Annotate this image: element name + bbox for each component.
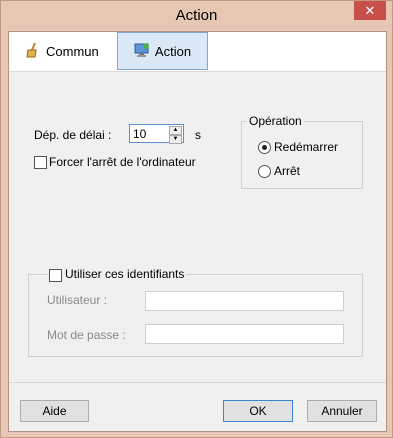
computer-icon <box>134 42 150 61</box>
ok-button[interactable]: OK <box>223 400 293 422</box>
user-field[interactable] <box>145 291 344 311</box>
user-label: Utilisateur : <box>47 293 108 307</box>
dialog-body: Commun Action Dép. de délai : 10 ▲ ▼ s F… <box>8 31 387 432</box>
title-bar: Action ✕ <box>1 1 392 31</box>
operation-group: Opération Redémarrer Arrêt <box>241 114 363 189</box>
force-shutdown-checkbox[interactable] <box>34 156 47 169</box>
tab-commun[interactable]: Commun <box>25 32 117 70</box>
dialog-window: Action ✕ Commun Action Dép. de délai: 1… <box>0 0 393 438</box>
help-button[interactable]: Aide <box>20 400 89 422</box>
delay-spinbox[interactable]: 10 ▲ ▼ <box>129 124 184 144</box>
radio-arret-label: Arrêt <box>274 164 301 178</box>
credentials-group: Utiliser ces identifiants <box>28 267 363 357</box>
tab-action[interactable]: Action <box>117 32 208 70</box>
force-shutdown-label: Forcer l'arrêt de l'ordinateur <box>49 155 196 169</box>
tab-action-label: Action <box>154 43 192 59</box>
operation-title: Opération <box>247 114 304 128</box>
close-button[interactable]: ✕ <box>354 1 386 20</box>
password-field[interactable] <box>145 324 344 344</box>
delay-value: 10 <box>133 127 147 141</box>
password-label: Mot de passe : <box>47 328 126 342</box>
delay-label: Dép. de délai : <box>34 128 112 142</box>
radio-arret[interactable] <box>258 165 271 178</box>
delay-stepper[interactable]: ▲ ▼ <box>169 126 182 144</box>
broom-icon <box>25 42 41 61</box>
radio-redemarrer-label: Redémarrer <box>274 140 339 154</box>
radio-selected-dot <box>262 145 267 150</box>
stepper-down-icon[interactable]: ▼ <box>169 135 182 144</box>
cancel-button[interactable]: Annuler <box>307 400 377 422</box>
tab-commun-label: Commun <box>46 43 99 59</box>
radio-redemarrer[interactable] <box>258 141 271 154</box>
footer-divider <box>9 382 386 383</box>
credentials-label: Utiliser ces identifiants <box>63 267 187 281</box>
action-panel: Dép. de délai : 10 ▲ ▼ s Forcer l'arrêt … <box>9 72 386 381</box>
tab-bar: Commun Action <box>9 32 386 72</box>
credentials-checkbox[interactable] <box>49 269 62 282</box>
delay-unit: s <box>195 128 201 142</box>
stepper-up-icon[interactable]: ▲ <box>169 126 182 135</box>
window-title: Action <box>175 7 218 24</box>
